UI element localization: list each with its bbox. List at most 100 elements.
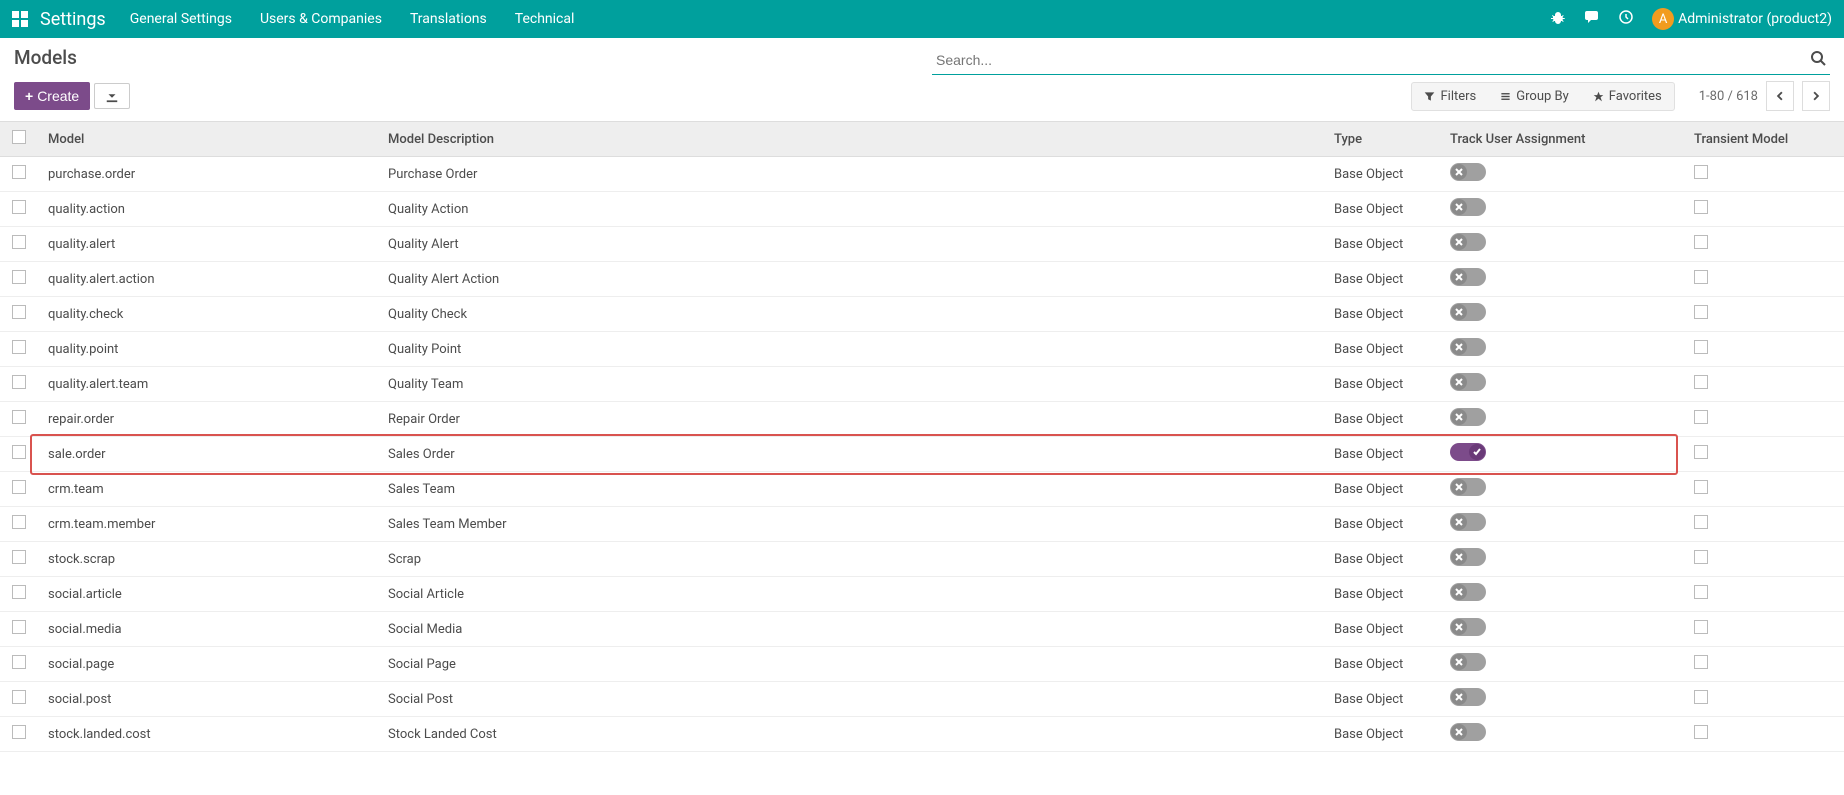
table-row[interactable]: sale.orderSales OrderBase Object [0,437,1844,472]
row-checkbox[interactable] [12,165,26,179]
transient-checkbox[interactable] [1694,165,1708,179]
table-row[interactable]: quality.alert.teamQuality TeamBase Objec… [0,367,1844,402]
table-row[interactable]: social.mediaSocial MediaBase Object [0,612,1844,647]
table-row[interactable]: crm.teamSales TeamBase Object [0,472,1844,507]
table-row[interactable]: stock.landed.costStock Landed CostBase O… [0,717,1844,752]
track-toggle[interactable] [1450,338,1486,356]
transient-checkbox[interactable] [1694,235,1708,249]
transient-checkbox[interactable] [1694,725,1708,739]
chat-icon[interactable] [1584,9,1600,29]
track-toggle[interactable] [1450,163,1486,181]
row-checkbox[interactable] [12,375,26,389]
table-row[interactable]: crm.team.memberSales Team MemberBase Obj… [0,507,1844,542]
download-button[interactable] [94,83,130,109]
track-toggle[interactable] [1450,233,1486,251]
cell-type: Base Object [1324,542,1440,577]
groupby-button[interactable]: Group By [1488,83,1581,110]
row-checkbox[interactable] [12,270,26,284]
create-button[interactable]: +Create [14,82,90,110]
transient-checkbox[interactable] [1694,270,1708,284]
row-checkbox[interactable] [12,340,26,354]
cell-model: repair.order [38,402,378,437]
transient-checkbox[interactable] [1694,690,1708,704]
track-toggle[interactable] [1450,618,1486,636]
nav-translations[interactable]: Translations [410,11,487,27]
transient-checkbox[interactable] [1694,375,1708,389]
table-row[interactable]: social.pageSocial PageBase Object [0,647,1844,682]
track-toggle[interactable] [1450,373,1486,391]
row-checkbox[interactable] [12,655,26,669]
th-track[interactable]: Track User Assignment [1440,122,1684,157]
row-checkbox[interactable] [12,550,26,564]
app-brand[interactable]: Settings [40,9,106,30]
row-checkbox[interactable] [12,620,26,634]
row-checkbox[interactable] [12,235,26,249]
row-checkbox[interactable] [12,585,26,599]
transient-checkbox[interactable] [1694,305,1708,319]
track-toggle[interactable] [1450,548,1486,566]
transient-checkbox[interactable] [1694,340,1708,354]
row-checkbox[interactable] [12,725,26,739]
track-toggle[interactable] [1450,583,1486,601]
table-row[interactable]: quality.pointQuality PointBase Object [0,332,1844,367]
table-row[interactable]: quality.alert.actionQuality Alert Action… [0,262,1844,297]
track-toggle[interactable] [1450,303,1486,321]
favorites-button[interactable]: Favorites [1581,83,1674,110]
transient-checkbox[interactable] [1694,410,1708,424]
th-description[interactable]: Model Description [378,122,1324,157]
cell-type: Base Object [1324,332,1440,367]
filters-button[interactable]: Filters [1412,83,1488,110]
table-row[interactable]: purchase.orderPurchase OrderBase Object [0,157,1844,192]
table-row[interactable]: quality.alertQuality AlertBase Object [0,227,1844,262]
table-row[interactable]: social.postSocial PostBase Object [0,682,1844,717]
search-icon[interactable] [1810,50,1826,70]
transient-checkbox[interactable] [1694,480,1708,494]
row-checkbox[interactable] [12,480,26,494]
row-checkbox[interactable] [12,690,26,704]
row-checkbox[interactable] [12,305,26,319]
transient-checkbox[interactable] [1694,445,1708,459]
nav-technical[interactable]: Technical [515,11,575,27]
pager-prev[interactable] [1766,81,1794,111]
apps-icon[interactable] [12,11,28,27]
track-toggle[interactable] [1450,408,1486,426]
cell-transient [1684,682,1844,717]
track-toggle[interactable] [1450,268,1486,286]
th-transient[interactable]: Transient Model [1684,122,1844,157]
nav-users-companies[interactable]: Users & Companies [260,11,382,27]
th-model[interactable]: Model [38,122,378,157]
cell-model: quality.alert.team [38,367,378,402]
track-toggle[interactable] [1450,653,1486,671]
row-checkbox[interactable] [12,445,26,459]
transient-checkbox[interactable] [1694,550,1708,564]
select-all-checkbox[interactable] [12,130,26,144]
track-toggle[interactable] [1450,688,1486,706]
table-row[interactable]: quality.checkQuality CheckBase Object [0,297,1844,332]
row-checkbox[interactable] [12,515,26,529]
track-toggle[interactable] [1450,478,1486,496]
nav-general-settings[interactable]: General Settings [130,11,232,27]
user-menu[interactable]: A Administrator (product2) [1652,8,1832,30]
row-checkbox[interactable] [12,200,26,214]
search-input[interactable] [932,46,1830,75]
pager-next[interactable] [1802,81,1830,111]
transient-checkbox[interactable] [1694,655,1708,669]
track-toggle[interactable] [1450,443,1486,461]
cell-transient [1684,507,1844,542]
clock-icon[interactable] [1618,9,1634,29]
track-toggle[interactable] [1450,723,1486,741]
th-type[interactable]: Type [1324,122,1440,157]
table-row[interactable]: stock.scrapScrapBase Object [0,542,1844,577]
transient-checkbox[interactable] [1694,515,1708,529]
table-row[interactable]: quality.actionQuality ActionBase Object [0,192,1844,227]
track-toggle[interactable] [1450,513,1486,531]
table-row[interactable]: repair.orderRepair OrderBase Object [0,402,1844,437]
row-checkbox[interactable] [12,410,26,424]
transient-checkbox[interactable] [1694,620,1708,634]
transient-checkbox[interactable] [1694,585,1708,599]
track-toggle[interactable] [1450,198,1486,216]
transient-checkbox[interactable] [1694,200,1708,214]
table-row[interactable]: social.articleSocial ArticleBase Object [0,577,1844,612]
cell-model: quality.point [38,332,378,367]
bug-icon[interactable] [1550,9,1566,29]
